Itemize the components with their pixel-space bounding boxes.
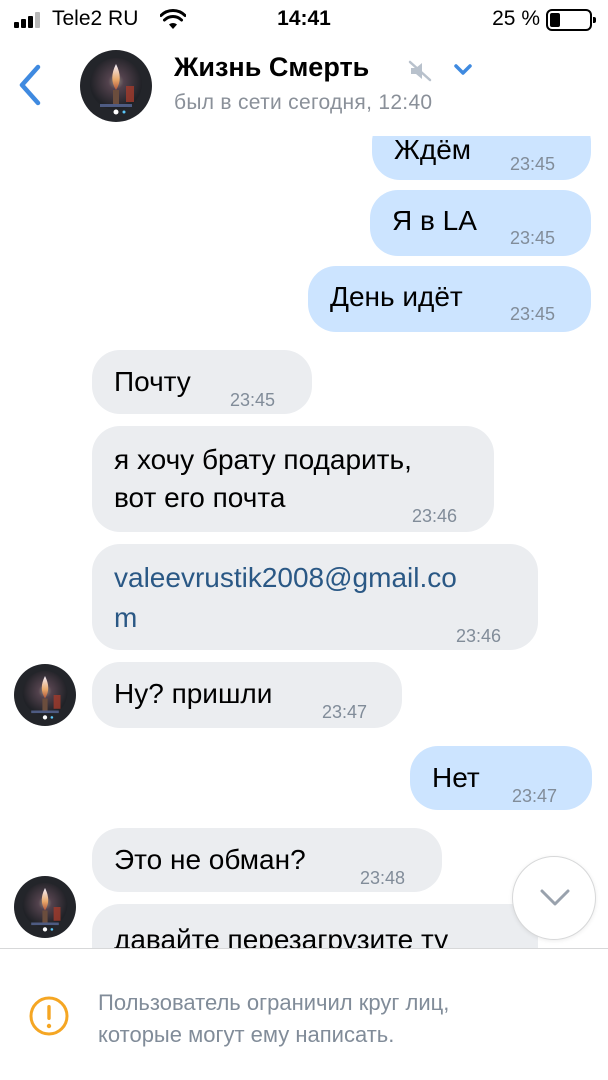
status-bar: Tele2 RU 14:41 25 % xyxy=(0,0,608,40)
email-link[interactable]: valeevrustik2008@gmail.co xyxy=(114,558,457,598)
message-outgoing[interactable]: Ждём 23:45 xyxy=(372,136,591,180)
message-time: 23:45 xyxy=(230,390,276,410)
message-incoming[interactable]: Это не обман? 23:48 xyxy=(92,828,442,892)
message-time: 23:46 xyxy=(456,626,502,646)
message-incoming[interactable]: Ну? пришли 23:47 xyxy=(92,662,402,728)
last-seen-status: был в сети сегодня, 12:40 xyxy=(174,91,433,114)
restriction-notice: Пользователь ограничил круг лиц, которые… xyxy=(0,948,608,1080)
message-list[interactable]: Ждём 23:45 Я в LA 23:45 День идёт 23:45 … xyxy=(0,136,608,948)
message-incoming[interactable]: valeevrustik2008@gmail.co m 23:46 xyxy=(92,544,538,650)
warning-icon xyxy=(29,996,69,1036)
chevron-down-icon xyxy=(540,889,570,906)
message-text-line: я хочу брату подарить, xyxy=(114,444,412,475)
message-incoming[interactable]: давайте перезагрузите ту xyxy=(92,904,538,948)
message-outgoing[interactable]: День идёт 23:45 xyxy=(308,266,591,332)
contact-name[interactable]: Жизнь Смерть xyxy=(174,52,369,83)
message-time: 23:46 xyxy=(412,506,458,526)
message-time: 23:45 xyxy=(510,228,556,248)
restriction-text-line: Пользователь ограничил круг лиц, xyxy=(98,990,450,1015)
message-incoming[interactable]: я хочу брату подарить, вот его почта 23:… xyxy=(92,426,494,532)
scroll-to-bottom-button[interactable] xyxy=(512,856,596,940)
message-text: Почту xyxy=(114,366,191,397)
sender-avatar[interactable] xyxy=(14,876,76,938)
message-text: Я в LA xyxy=(392,205,477,236)
chat-header: Жизнь Смерть был в сети сегодня, 12:40 xyxy=(0,40,608,136)
message-time: 23:45 xyxy=(510,154,556,174)
message-text: давайте перезагрузите ту xyxy=(114,924,449,948)
message-text: Ждём xyxy=(394,136,472,165)
email-link-continuation[interactable]: m xyxy=(114,598,137,638)
message-incoming[interactable]: Почту 23:45 xyxy=(92,350,312,414)
restriction-text: Пользователь ограничил круг лиц, которые… xyxy=(98,987,449,1051)
message-text: Ну? пришли xyxy=(114,678,273,709)
contact-avatar[interactable] xyxy=(80,50,152,122)
message-time: 23:47 xyxy=(512,786,558,806)
battery-percent: 25 % xyxy=(492,7,540,30)
message-text: День идёт xyxy=(330,281,463,312)
back-chevron-icon[interactable] xyxy=(14,62,44,108)
message-time: 23:48 xyxy=(360,868,406,888)
chevron-down-icon[interactable] xyxy=(452,62,474,78)
battery-icon xyxy=(546,9,596,31)
message-text: Это не обман? xyxy=(114,844,306,875)
restriction-text-line: которые могут ему написать. xyxy=(98,1022,395,1047)
message-outgoing[interactable]: Я в LA 23:45 xyxy=(370,190,591,256)
sender-avatar[interactable] xyxy=(14,664,76,726)
message-text-line: вот его почта xyxy=(114,482,286,513)
message-time: 23:47 xyxy=(322,702,368,722)
message-time: 23:45 xyxy=(510,304,556,324)
message-text: Нет xyxy=(432,762,480,793)
message-outgoing[interactable]: Нет 23:47 xyxy=(410,746,592,810)
muted-speaker-icon xyxy=(408,60,432,82)
